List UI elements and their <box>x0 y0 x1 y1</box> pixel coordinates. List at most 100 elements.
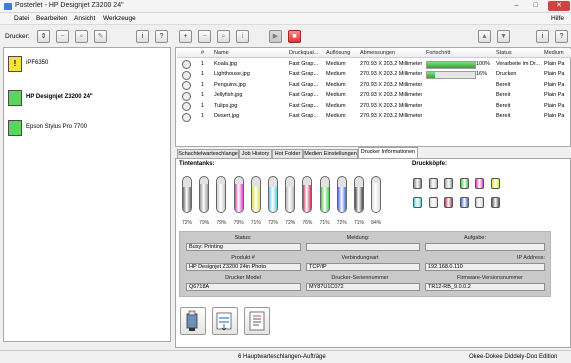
job-num: 1 <box>201 71 205 77</box>
tab-media-settings[interactable]: Medien Einstellungen <box>303 149 358 158</box>
col-medium[interactable]: Medium <box>544 50 564 56</box>
report-icon <box>249 311 265 331</box>
job-progress-text: 100% <box>476 60 491 67</box>
serial-label: Drucker-Seriennummer <box>331 275 389 281</box>
add-job-button[interactable]: + <box>179 30 192 43</box>
job-size: 270.93 X 203.2 Millimeter <box>360 81 423 88</box>
job-help-button[interactable]: ? <box>555 30 568 43</box>
printer-settings-button[interactable]: ⇕ <box>37 30 50 43</box>
col-resolution[interactable]: Auflösung <box>326 50 350 56</box>
col-progress[interactable]: Fortschritt <box>426 50 450 56</box>
job-quality: Fast Grap... <box>289 92 319 98</box>
tab-job-history[interactable]: Job History <box>239 149 272 158</box>
print-head <box>444 178 453 189</box>
move-down-button[interactable]: ▼ <box>497 30 510 43</box>
title-bar: Posterlet - HP Designjet Z3200 24" – □ ✕ <box>0 0 571 13</box>
firmware-label: Firmware-Versionsnummer <box>456 275 523 281</box>
calibration-button[interactable] <box>212 307 238 335</box>
connection-field: TCP/IP <box>306 263 420 271</box>
col-name[interactable]: Name <box>214 50 229 56</box>
col-num[interactable]: # <box>201 50 204 56</box>
job-name: Lighthouse.jpg <box>214 71 250 77</box>
print-head <box>475 197 484 208</box>
job-size: 270.93 X 203.2 Millimeter <box>360 92 423 98</box>
table-row[interactable]: 1 Desert.jpg Fast Grap... Medium 270.93 X 20… <box>177 112 571 122</box>
ink-level-label: 84% <box>371 220 382 226</box>
print-head <box>459 197 469 208</box>
product-label: Produkt # <box>231 255 255 261</box>
tab-hot-folder[interactable]: Hot Folder <box>272 149 303 158</box>
printer-item-epson[interactable]: Epson Stylus Pro 7700 <box>4 117 169 141</box>
table-row[interactable]: 1 Jellyfish.jpg Fast Grap... Medium 270.93 X… <box>177 91 571 101</box>
status-label: Status: <box>234 235 252 241</box>
col-status[interactable]: Status <box>496 50 512 56</box>
tab-nesting-queue[interactable]: Schachtelwarteschlange <box>177 149 239 158</box>
printer-maintenance-button[interactable] <box>180 307 206 335</box>
ink-level-label: 76% <box>302 220 313 226</box>
job-quality: Fast Grap... <box>289 71 319 77</box>
ink-level <box>269 186 277 212</box>
remove-job-button[interactable]: − <box>198 30 211 43</box>
job-resolution: Medium <box>326 92 346 98</box>
col-size[interactable]: Abmessungen <box>360 50 395 56</box>
col-quality[interactable]: Druckqual... <box>289 50 318 56</box>
print-head <box>475 178 484 189</box>
job-search-button[interactable]: ⌕ <box>217 30 230 43</box>
ink-level <box>372 182 381 212</box>
job-quality: Fast Grap... <box>289 102 319 109</box>
table-row[interactable]: 1 Penguins.jpg Fast Grap... Medium 270.93 X … <box>177 80 571 90</box>
printer-remove-button[interactable]: − <box>56 30 69 43</box>
printer-status-box: Status: Meldung: Aufgabe: Busy: Printing… <box>179 231 551 297</box>
job-info-button[interactable]: i <box>236 30 249 43</box>
menu-hilfe[interactable]: Hilfe <box>551 15 564 22</box>
job-name: Koala.jpg <box>214 60 237 67</box>
printer-help-button[interactable]: ? <box>155 30 168 43</box>
job-num: 1 <box>201 113 205 119</box>
printer-item-ipf6350[interactable]: ! iPF6350 <box>4 53 169 77</box>
printer-search-button[interactable]: ⌕ <box>75 30 88 43</box>
tab-printer-info[interactable]: Drucker Informationen <box>358 147 418 158</box>
ink-level <box>200 184 209 212</box>
window-title: Posterlet - HP Designjet Z3200 24" <box>15 2 124 9</box>
close-button[interactable]: ✕ <box>548 1 570 11</box>
product-field: HP Designjet Z3200 24in Photo <box>186 263 301 271</box>
printer-item-z3200[interactable]: HP Designjet Z3200 24" <box>4 87 169 111</box>
printer-edit-button[interactable]: ✎ <box>94 30 107 43</box>
menu-datei[interactable]: Datei <box>14 15 29 22</box>
job-progress-text: 16% <box>476 71 488 77</box>
job-medium: Plain Pa <box>544 113 565 119</box>
ink-level <box>337 186 346 212</box>
message-label: Meldung: <box>346 235 370 241</box>
printer-info-button[interactable]: i <box>136 30 149 43</box>
menu-bearbeiten[interactable]: Bearbeiten <box>36 15 67 22</box>
minimize-button[interactable]: – <box>509 1 524 11</box>
ready-icon <box>182 102 191 111</box>
menu-werkzeuge[interactable]: Werkzeuge <box>103 15 136 22</box>
status-bar: 6 Hauptwarteschlangen-Aufträge Okee-Doke… <box>0 350 571 363</box>
ink-level <box>251 187 260 212</box>
job-medium: Plain Pa <box>544 92 565 98</box>
ink-level <box>355 187 363 212</box>
job-resolution: Medium <box>326 81 346 88</box>
job-medium: Plain Pa <box>544 102 565 109</box>
job-details-button[interactable]: i <box>536 30 549 43</box>
table-row[interactable]: 1 Tulips.jpg Fast Grap... Medium 270.93 X 20… <box>177 101 571 111</box>
table-row[interactable]: 1 Koala.jpg Fast Grap... Medium 270.93 X 203… <box>177 59 571 69</box>
play-button[interactable]: ▶ <box>269 30 282 43</box>
ready-icon <box>182 112 191 122</box>
ink-level-label: 79% <box>233 220 244 226</box>
ink-level-label: 72% <box>267 220 278 226</box>
ink-tanks-title: Tintentanks: <box>179 161 215 167</box>
app-icon <box>4 3 12 10</box>
job-num: 1 <box>201 81 205 88</box>
maximize-button[interactable]: □ <box>528 1 543 11</box>
menu-ansicht[interactable]: Ansicht <box>74 15 95 22</box>
stop-button[interactable]: ■ <box>288 30 301 43</box>
move-up-button[interactable]: ▲ <box>478 30 491 43</box>
print-head <box>490 197 500 208</box>
printer-name: HP Designjet Z3200 24" <box>26 94 93 100</box>
print-head <box>459 178 469 189</box>
table-row[interactable]: 1 Lighthouse.jpg Fast Grap... Medium 270.93 … <box>177 70 571 80</box>
report-button[interactable] <box>244 307 270 335</box>
job-status: Verarbeite im Dr... <box>496 60 541 67</box>
